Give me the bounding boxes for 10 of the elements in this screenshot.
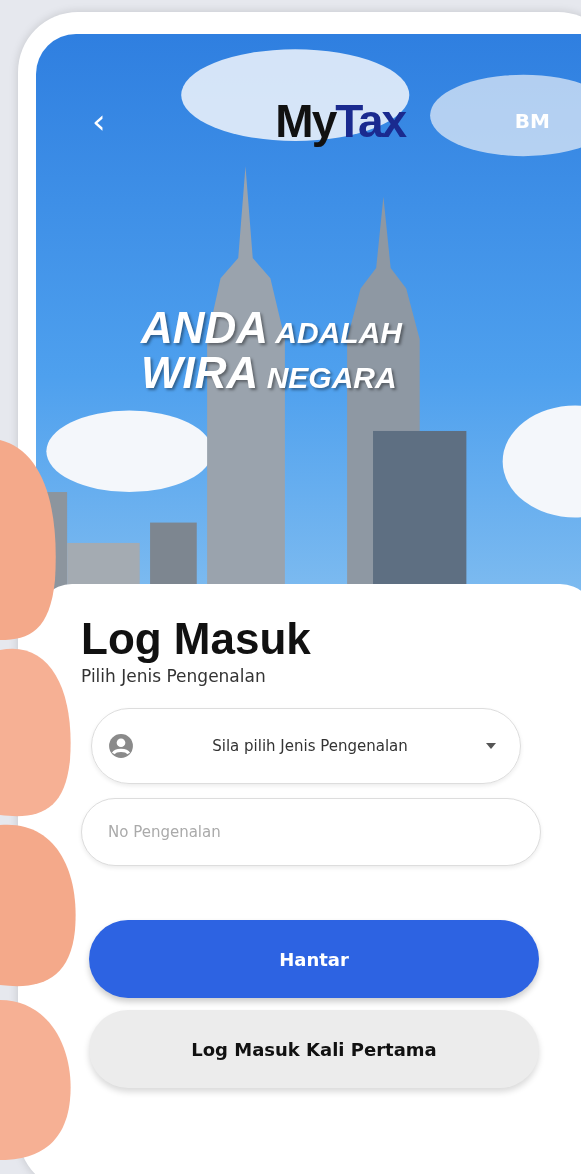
back-button[interactable]: ‹: [86, 104, 112, 138]
first-login-button[interactable]: Log Masuk Kali Pertama: [89, 1010, 539, 1088]
submit-button[interactable]: Hantar: [89, 920, 539, 998]
banner-slogan: ANDA ADALAH: [141, 308, 404, 353]
caret-icon: [486, 743, 496, 749]
login-subtitle: Pilih Jenis Pengenalan: [81, 666, 267, 686]
login-title: Log Masuk: [81, 614, 312, 664]
id-number-field[interactable]: No Pengenalan: [81, 798, 541, 866]
user-icon: [108, 733, 134, 759]
dropdown-placeholder: Sila pilih Jenis Pengenalan: [211, 737, 409, 755]
